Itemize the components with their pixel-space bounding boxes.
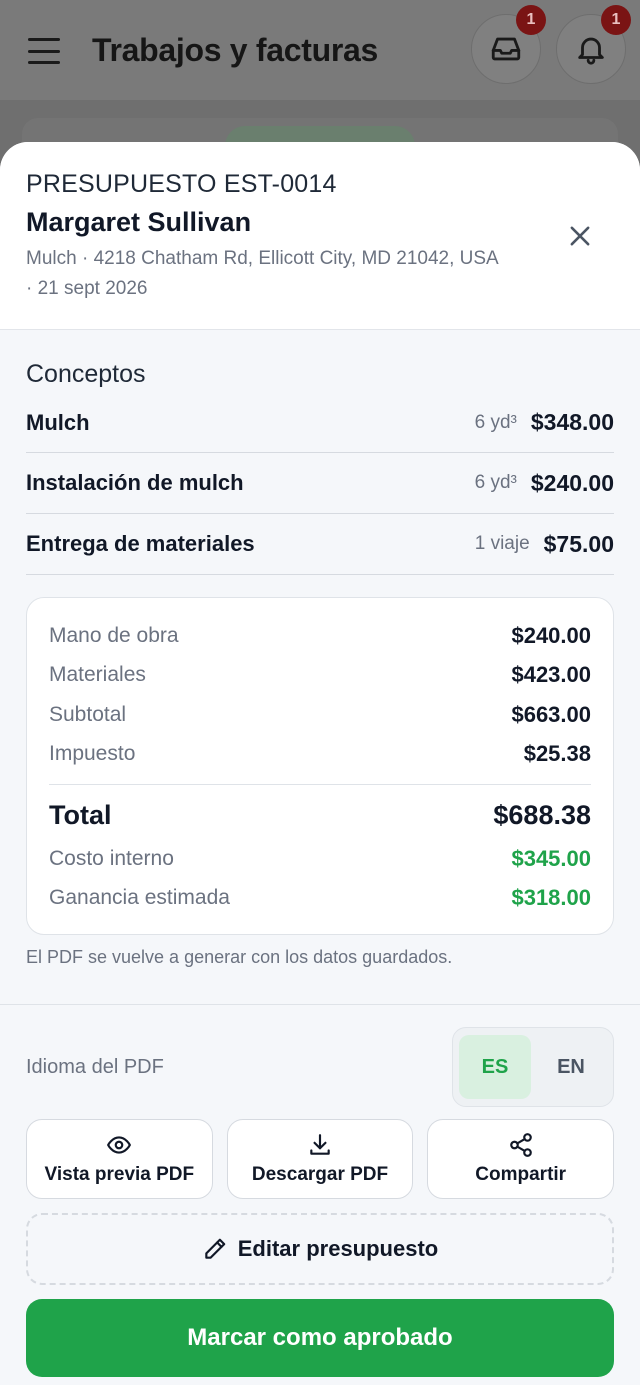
share-button[interactable]: Compartir — [427, 1119, 615, 1199]
download-pdf-label: Descargar PDF — [251, 1164, 389, 1185]
pdf-actions: Vista previa PDF Descargar PDF Compartir — [0, 1119, 640, 1199]
item-price: $240.00 — [530, 469, 614, 496]
subtotal-label: Subtotal — [49, 702, 127, 726]
tax-row: Impuesto $25.38 — [49, 735, 591, 775]
labor-label: Mano de obra — [49, 623, 179, 647]
labor-row: Mano de obra $240.00 — [49, 616, 591, 656]
inbox-badge: 1 — [516, 5, 546, 35]
subtotal-value: $663.00 — [511, 701, 591, 727]
totals-card: Mano de obra $240.00 Materiales $423.00 … — [26, 597, 614, 935]
tax-label: Impuesto — [49, 742, 136, 766]
pdf-language-label: Idioma del PDF — [26, 1055, 164, 1078]
client-name: Margaret Sullivan — [26, 207, 252, 237]
page-title: Trabajos y facturas — [92, 31, 378, 68]
mark-approved-label: Marcar como aprobado — [187, 1324, 453, 1351]
pdf-language-row: Idioma del PDF ES EN — [0, 1027, 640, 1107]
item-price: $75.00 — [543, 530, 614, 557]
notifications-badge: 1 — [601, 5, 631, 35]
line-item: Entrega de materiales 1 viaje $75.00 — [26, 514, 614, 575]
close-icon — [570, 226, 590, 246]
download-pdf-button[interactable]: Descargar PDF — [226, 1119, 414, 1199]
download-icon — [310, 1134, 330, 1155]
line-items: Mulch 6 yd³ $348.00 Instalación de mulch… — [26, 393, 614, 575]
item-name: Instalación de mulch — [26, 470, 244, 495]
internal-cost-label: Costo interno — [49, 846, 174, 870]
subtotal-row: Subtotal $663.00 — [49, 695, 591, 735]
section-divider — [0, 1004, 640, 1005]
item-qty: 1 viaje — [474, 533, 530, 554]
pdf-note: El PDF se vuelve a generar con los datos… — [26, 947, 453, 967]
tax-value: $25.38 — [523, 741, 591, 767]
preview-pdf-label: Vista previa PDF — [44, 1164, 195, 1185]
app-header: Trabajos y facturas 1 1 — [0, 0, 640, 100]
language-option-en[interactable]: EN — [535, 1035, 607, 1099]
item-name: Entrega de materiales — [26, 531, 255, 556]
totals-divider — [49, 784, 591, 785]
bell-icon — [578, 37, 604, 65]
item-name: Mulch — [26, 409, 90, 435]
preview-pdf-button[interactable]: Vista previa PDF — [26, 1119, 213, 1199]
item-qty: 6 yd³ — [474, 472, 517, 493]
estimate-sheet: PRESUPUESTO EST-0014 Margaret Sullivan M… — [0, 142, 640, 1385]
labor-value: $240.00 — [511, 622, 591, 648]
item-qty: 6 yd³ — [474, 411, 517, 433]
inbox-button[interactable]: 1 — [471, 5, 546, 84]
profit-value: $318.00 — [511, 885, 591, 911]
notifications-button[interactable]: 1 — [556, 5, 631, 84]
estimate-number: PRESUPUESTO EST-0014 — [26, 170, 337, 198]
language-option-es[interactable]: ES — [459, 1035, 531, 1099]
items-section: Conceptos Mulch 6 yd³ $348.00 Instalació… — [0, 360, 640, 968]
items-title: Conceptos — [26, 360, 146, 388]
profit-label: Ganancia estimada — [49, 886, 230, 910]
sheet-header: PRESUPUESTO EST-0014 Margaret Sullivan M… — [0, 142, 640, 330]
materials-row: Materiales $423.00 — [49, 656, 591, 696]
share-label: Compartir — [475, 1164, 567, 1185]
total-label: Total — [49, 799, 112, 830]
estimate-meta: Mulch · 4218 Chatham Rd, Ellicott City, … — [26, 248, 498, 299]
materials-label: Materiales — [49, 663, 146, 687]
menu-icon[interactable] — [28, 38, 60, 64]
line-item: Instalación de mulch 6 yd³ $240.00 — [26, 453, 614, 514]
materials-value: $423.00 — [511, 662, 591, 688]
close-button[interactable] — [566, 222, 594, 250]
item-price: $348.00 — [530, 409, 614, 435]
language-toggle: ES EN — [452, 1027, 614, 1107]
eye-icon — [107, 1136, 132, 1154]
edit-estimate-button[interactable]: Editar presupuesto — [26, 1213, 614, 1285]
share-icon — [509, 1133, 532, 1157]
edit-estimate-label: Editar presupuesto — [237, 1236, 439, 1261]
internal-cost-value: $345.00 — [511, 845, 591, 871]
internal-cost-row: Costo interno $345.00 — [49, 839, 591, 879]
line-item: Mulch 6 yd³ $348.00 — [26, 393, 614, 453]
total-row: Total $688.38 — [49, 791, 591, 839]
total-value: $688.38 — [493, 799, 591, 830]
mark-approved-button[interactable]: Marcar como aprobado — [26, 1299, 614, 1377]
inbox-icon — [491, 37, 521, 61]
profit-row: Ganancia estimada $318.00 — [49, 879, 591, 919]
pencil-icon — [205, 1238, 226, 1259]
